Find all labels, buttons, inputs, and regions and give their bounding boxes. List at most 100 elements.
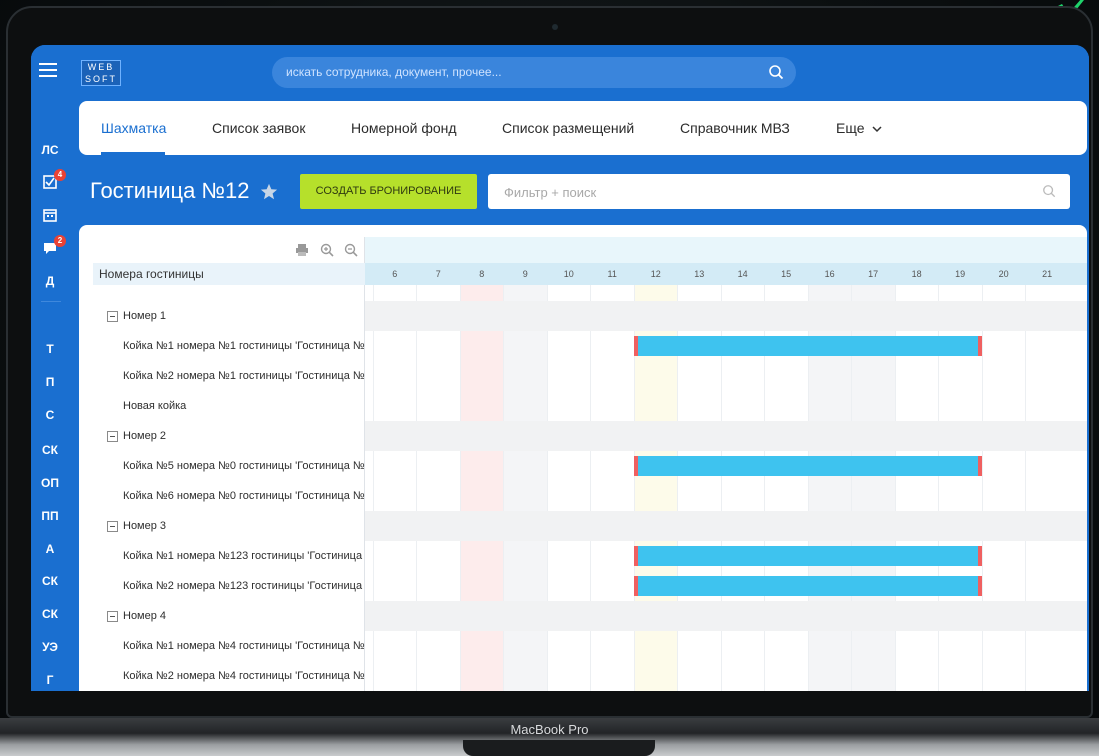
rail-item-11[interactable]: Г — [31, 669, 69, 691]
booking-bar[interactable] — [633, 336, 982, 356]
bed-row[interactable]: Койка №6 номера №0 гостиницы 'Гостиница … — [93, 481, 365, 511]
room-group-row[interactable]: Номер 3 — [93, 511, 365, 541]
filter-placeholder: Фильтр + поиск — [504, 185, 597, 200]
bed-label: Койка №6 номера №0 гостиницы 'Гостиница … — [123, 490, 365, 502]
rail-calendar-button[interactable] — [31, 204, 69, 226]
collapse-icon[interactable] — [107, 521, 118, 532]
logo[interactable]: WEB SOFT — [81, 60, 121, 86]
bed-label: Койка №1 номера №1 гостиницы 'Гостиница … — [123, 340, 365, 352]
day-label: 14 — [737, 269, 748, 279]
tab-chess[interactable]: Шахматка — [101, 120, 166, 136]
days-header: 6 7 8 9 10 11 12 13 14 15 16 17 18 19 20 21 — [365, 263, 1087, 285]
rail-item-9[interactable]: СК — [31, 603, 69, 625]
rail-item-6[interactable]: ПП — [31, 505, 69, 527]
bed-row[interactable]: Койка №1 номера №1 гостиницы 'Гостиница … — [93, 331, 365, 361]
active-tab-indicator — [101, 152, 165, 155]
room-group-band — [365, 301, 1087, 331]
zoom-in-icon[interactable] — [320, 243, 334, 257]
print-icon[interactable] — [295, 243, 309, 257]
bed-row[interactable]: Койка №5 номера №0 гостиницы 'Гостиница … — [93, 451, 365, 481]
star-icon[interactable] — [260, 183, 278, 201]
room-label: Номер 1 — [123, 310, 167, 322]
laptop-frame: WEB SOFT искать сотрудника, документ, пр… — [0, 0, 1099, 756]
bed-label: Койка №1 номера №123 гостиницы 'Гостиниц… — [123, 550, 365, 562]
rail-item-1[interactable]: Т — [31, 338, 69, 360]
tab-more-label: Еще — [836, 120, 865, 136]
search-placeholder: искать сотрудника, документ, прочее... — [286, 65, 502, 79]
day-label: 20 — [998, 269, 1009, 279]
app-screen: WEB SOFT искать сотрудника, документ, пр… — [31, 45, 1089, 691]
bed-label: Койка №2 номера №1 гостиницы 'Гостиница … — [123, 370, 365, 382]
day-label: 18 — [911, 269, 922, 279]
rail-divider — [41, 301, 61, 302]
bed-row[interactable]: Койка №2 номера №4 гостиницы 'Гостиница … — [93, 661, 365, 691]
day-label: 21 — [1042, 269, 1053, 279]
search-icon[interactable] — [768, 64, 784, 80]
create-booking-button[interactable]: СОЗДАТЬ БРОНИРОВАНИЕ — [300, 174, 477, 209]
scheduler-toolbar — [289, 243, 358, 257]
grid-top-band — [365, 237, 1087, 263]
bed-label: Койка №1 номера №4 гостиницы 'Гостиница … — [123, 640, 365, 652]
room-label: Номер 3 — [123, 520, 167, 532]
bed-row[interactable]: Новая койка — [93, 391, 365, 421]
day-label: 11 — [607, 269, 617, 279]
rail-item-d[interactable]: Д — [31, 270, 69, 292]
bed-row[interactable]: Койка №1 номера №4 гостиницы 'Гостиница … — [93, 631, 365, 661]
bed-label: Новая койка — [123, 400, 187, 412]
day-label: 17 — [868, 269, 879, 279]
bed-row[interactable]: Койка №2 номера №123 гостиницы 'Гостиниц… — [93, 571, 365, 601]
tab-placements[interactable]: Список размещений — [502, 120, 634, 136]
room-label: Номер 4 — [123, 610, 167, 622]
camera — [552, 24, 558, 30]
day-label: 7 — [435, 269, 441, 279]
device-brand: MacBook Pro — [510, 722, 589, 737]
collapse-icon[interactable] — [107, 431, 118, 442]
logo-line1: WEB — [87, 62, 115, 72]
room-group-band — [365, 421, 1087, 451]
chevron-down-icon — [872, 126, 882, 133]
booking-bar[interactable] — [633, 456, 982, 476]
rooms-column-header: Номера гостиницы — [93, 263, 365, 285]
filter-search-input[interactable]: Фильтр + поиск — [488, 174, 1070, 209]
room-group-row[interactable]: Номер 2 — [93, 421, 365, 451]
nav-tabs: Шахматка Список заявок Номерной фонд Спи… — [79, 101, 1087, 155]
page-title: Гостиница №12 — [90, 178, 250, 203]
calendar-icon — [43, 209, 57, 222]
booking-bar[interactable] — [633, 576, 982, 596]
global-search[interactable]: искать сотрудника, документ, прочее... — [272, 57, 796, 88]
bed-row[interactable]: Койка №1 номера №123 гостиницы 'Гостиниц… — [93, 541, 365, 571]
rail-item-7[interactable]: А — [31, 538, 69, 560]
booking-bar[interactable] — [633, 546, 982, 566]
tab-room-fund[interactable]: Номерной фонд — [351, 120, 457, 136]
rail-item-2[interactable]: П — [31, 371, 69, 393]
logo-line2: SOFT — [85, 74, 117, 84]
room-group-row[interactable]: Номер 4 — [93, 601, 365, 631]
top-bar: WEB SOFT искать сотрудника, документ, пр… — [31, 45, 1089, 101]
rail-item-4[interactable]: СК — [31, 439, 69, 461]
scheduler-panel: Номера гостиницы Номер 1 Койка №1 номера … — [79, 225, 1087, 691]
rail-item-8[interactable]: СК — [31, 570, 69, 592]
room-label: Номер 2 — [123, 430, 167, 442]
booking-grid: 6 7 8 9 10 11 12 13 14 15 16 17 18 19 20 21 — [365, 237, 1087, 691]
tab-more[interactable]: Еще — [836, 120, 882, 136]
rail-item-10[interactable]: УЭ — [31, 636, 69, 658]
room-group-band — [365, 511, 1087, 541]
tab-mvz-directory[interactable]: Справочник МВЗ — [680, 120, 790, 136]
rooms-column: Номера гостиницы Номер 1 Койка №1 номера … — [93, 237, 365, 691]
day-label: 13 — [694, 269, 705, 279]
tab-requests[interactable]: Список заявок — [212, 120, 305, 136]
search-icon[interactable] — [1042, 184, 1056, 198]
zoom-out-icon[interactable] — [344, 243, 358, 257]
menu-icon[interactable] — [39, 63, 57, 77]
day-label: 15 — [781, 269, 792, 279]
collapse-icon[interactable] — [107, 311, 118, 322]
rail-item-3[interactable]: С — [31, 404, 69, 426]
room-group-row[interactable]: Номер 1 — [93, 301, 365, 331]
rail-item-ls[interactable]: ЛС — [31, 139, 69, 161]
collapse-icon[interactable] — [107, 611, 118, 622]
rail-item-5[interactable]: ОП — [31, 472, 69, 494]
bed-label: Койка №2 номера №123 гостиницы 'Гостиниц… — [123, 580, 365, 592]
bed-row[interactable]: Койка №2 номера №1 гостиницы 'Гостиница … — [93, 361, 365, 391]
left-rail: ЛС 4 2 Д Т П С СК ОП ПП А СК СК УЭ Г — [31, 101, 69, 691]
day-label: 12 — [650, 269, 661, 279]
